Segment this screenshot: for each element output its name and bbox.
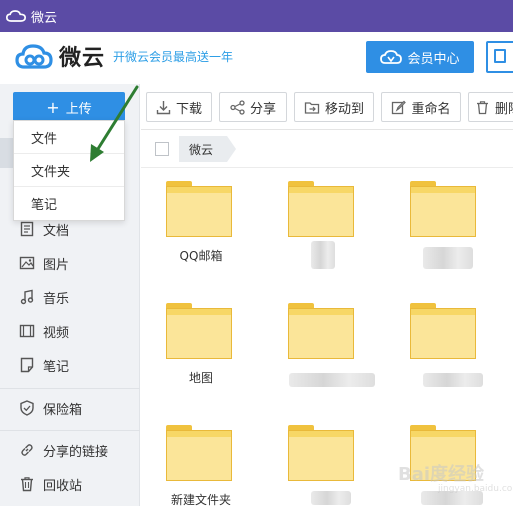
sidebar-item-label: 文档	[43, 223, 70, 239]
folder-icon	[288, 181, 354, 237]
music-icon	[18, 288, 36, 306]
sidebar-item-notes[interactable]: 笔记	[0, 348, 140, 382]
blurred-name	[311, 491, 351, 505]
sidebar-item-label: 笔记	[43, 359, 70, 375]
share-button[interactable]: 分享	[219, 92, 287, 122]
device-icon	[494, 49, 506, 63]
folder-icon	[166, 181, 232, 237]
breadcrumb-current: 微云	[189, 142, 214, 157]
upload-dropdown-menu: 文件 文件夹 笔记	[13, 120, 125, 221]
cloud-icon	[6, 10, 26, 22]
plus-icon: +	[46, 97, 60, 117]
edit-icon	[392, 100, 407, 114]
folder-tile[interactable]	[393, 169, 497, 279]
title-bar: 微云	[0, 0, 513, 32]
move-to-button[interactable]: 移动到	[294, 92, 374, 122]
logo-text: 微云	[59, 46, 106, 71]
sidebar-divider	[0, 430, 140, 431]
video-icon	[18, 322, 36, 340]
image-icon	[18, 254, 36, 272]
folder-tile[interactable]	[271, 169, 375, 279]
folder-name: 地图	[188, 371, 213, 385]
blurred-name	[289, 373, 375, 387]
link-icon	[18, 441, 36, 459]
logo[interactable]: 微云	[15, 40, 105, 72]
upload-button[interactable]: + 上传	[13, 92, 125, 122]
folder-tile[interactable]	[271, 291, 375, 401]
folder-icon	[288, 425, 354, 481]
vip-center-label: 会员中心	[407, 51, 460, 67]
document-icon	[18, 220, 36, 238]
folder-tile[interactable]: 地图	[149, 291, 253, 401]
folder-name: 新建文件夹	[170, 493, 231, 506]
folder-tile[interactable]	[271, 413, 375, 506]
folder-tile[interactable]: 新建文件夹	[149, 413, 253, 506]
note-icon	[18, 356, 36, 374]
shield-icon	[18, 399, 36, 417]
sidebar-item-videos[interactable]: 视频	[0, 314, 140, 348]
upload-menu-note[interactable]: 笔记	[14, 187, 124, 220]
share-label: 分享	[249, 101, 276, 117]
sidebar-item-label: 分享的链接	[43, 444, 109, 460]
upload-label: 上传	[65, 101, 92, 117]
folder-icon	[166, 303, 232, 359]
download-icon	[156, 100, 171, 114]
toolbar: 下载 分享 移动到 重命名 删除	[141, 84, 513, 130]
folder-tile[interactable]: QQ邮箱	[149, 169, 253, 279]
cloud-vip-icon	[380, 50, 403, 64]
folder-icon	[410, 303, 476, 359]
watermark-text: Bai度经验	[398, 464, 485, 485]
move-folder-icon	[304, 101, 320, 114]
sidebar-item-shared-links[interactable]: 分享的链接	[0, 433, 140, 467]
sidebar-item-label: 回收站	[43, 478, 83, 494]
trash-icon	[18, 475, 36, 493]
download-button[interactable]: 下载	[146, 92, 212, 122]
blurred-name	[423, 373, 483, 387]
blurred-name	[423, 247, 473, 269]
sidebar-item-safe-box[interactable]: 保险箱	[0, 391, 140, 425]
folder-tile[interactable]	[393, 291, 497, 401]
folder-name: QQ邮箱	[179, 249, 223, 263]
delete-button[interactable]: 删除	[468, 92, 513, 122]
sidebar-item-label: 保险箱	[43, 402, 83, 418]
vip-center-button[interactable]: 会员中心	[366, 41, 474, 73]
vip-promo-link[interactable]: 开微云会员最高送一年	[113, 48, 233, 65]
sidebar-item-label: 图片	[43, 257, 70, 273]
weiyun-logo-icon	[15, 44, 53, 69]
trash-icon	[477, 100, 488, 114]
watermark-logo: Bai度经验 jingyan.baidu.com	[398, 452, 513, 498]
share-icon	[230, 99, 245, 115]
folder-icon	[166, 425, 232, 481]
rename-button[interactable]: 重命名	[381, 92, 461, 122]
app-header: 微云 开微云会员最高送一年 会员中心	[0, 32, 513, 84]
rename-label: 重命名	[411, 101, 451, 117]
upload-menu-folder[interactable]: 文件夹	[14, 154, 124, 187]
folder-icon	[410, 181, 476, 237]
sidebar-divider	[0, 388, 140, 389]
blurred-name	[311, 241, 335, 269]
move-to-label: 移动到	[324, 101, 364, 117]
select-all-checkbox[interactable]	[155, 142, 169, 156]
sidebar-item-label: 音乐	[43, 291, 70, 307]
sidebar-item-images[interactable]: 图片	[0, 246, 140, 280]
upload-menu-file[interactable]: 文件	[14, 121, 124, 154]
breadcrumb[interactable]: 微云	[179, 136, 237, 162]
breadcrumb-bar: 微云	[141, 130, 513, 168]
watermark-sub: jingyan.baidu.com	[438, 484, 513, 494]
sidebar-item-label: 视频	[43, 325, 70, 341]
window-title: 微云	[31, 10, 58, 26]
sidebar-item-recycle-bin[interactable]: 回收站	[0, 467, 140, 501]
folder-icon	[288, 303, 354, 359]
delete-label: 删除	[495, 101, 513, 117]
client-download-button[interactable]	[486, 41, 513, 73]
sidebar-item-music[interactable]: 音乐	[0, 280, 140, 314]
download-label: 下载	[175, 101, 202, 117]
